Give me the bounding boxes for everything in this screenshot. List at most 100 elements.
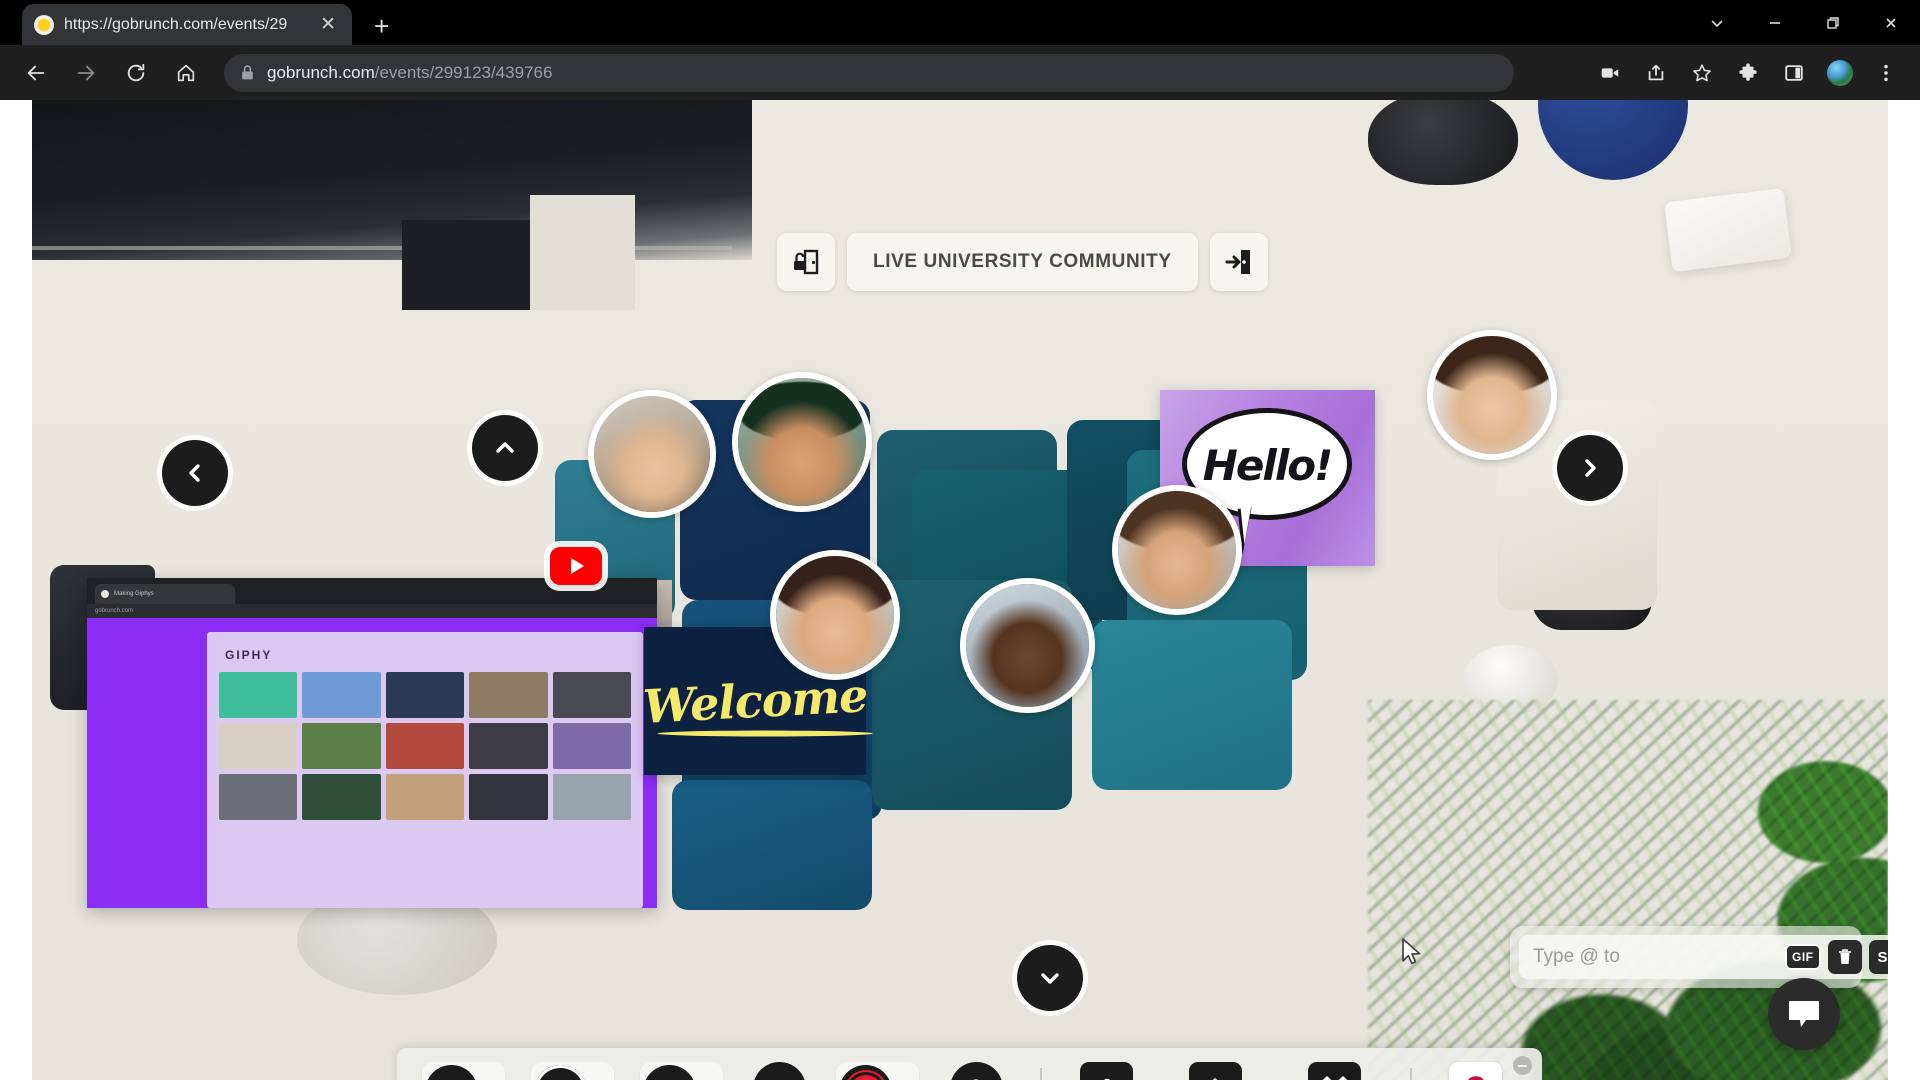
- decor-black-bag: [1368, 100, 1518, 185]
- url-text: gobrunch.com/events/299123/439766: [267, 63, 552, 83]
- participant-avatar[interactable]: [1112, 485, 1242, 615]
- video-camera-icon[interactable]: [1590, 53, 1630, 93]
- browser-toolbar-icons: [1590, 53, 1906, 93]
- profile-avatar[interactable]: [1820, 53, 1860, 93]
- toolbar-item-record[interactable]: Record: [830, 1062, 926, 1080]
- tab-title: https://gobrunch.com/events/29: [64, 15, 288, 33]
- share-screen-icon[interactable]: [752, 1062, 806, 1080]
- giphy-grid: [207, 662, 643, 830]
- tab-strip: https://gobrunch.com/events/29 ✕ +: [0, 0, 1920, 45]
- close-window-icon[interactable]: [1862, 0, 1920, 45]
- toolbar-item-tutorial[interactable]: ? Tutorial: [1428, 1062, 1524, 1080]
- toolbar-item-circle-cam[interactable]: Circle Cam: [513, 1062, 631, 1080]
- screenshare-favicon: [101, 590, 109, 598]
- record-combo[interactable]: [836, 1062, 920, 1080]
- screenshare-window[interactable]: Making Giphys gobrunch.com GIPHY: [87, 578, 657, 908]
- toolbar-divider: [1409, 1068, 1412, 1080]
- participant-avatar[interactable]: [588, 390, 716, 518]
- home-icon[interactable]: [164, 51, 208, 95]
- attendees-icon[interactable]: [1080, 1062, 1133, 1080]
- giphy-site: GIPHY: [207, 632, 643, 908]
- send-button[interactable]: Send: [1868, 940, 1888, 974]
- participant-avatar[interactable]: [770, 550, 900, 680]
- address-bar[interactable]: gobrunch.com/events/299123/439766: [224, 53, 1514, 92]
- back-arrow-icon[interactable]: [14, 51, 58, 95]
- participant-avatar[interactable]: [1427, 330, 1557, 460]
- reload-icon[interactable]: [114, 51, 158, 95]
- mic-muted-icon[interactable]: [424, 1065, 478, 1080]
- toolbar-item-my-view[interactable]: My View: [928, 1062, 1024, 1080]
- chevron-down-icon[interactable]: [1688, 0, 1746, 45]
- nav-right-button[interactable]: [1557, 435, 1623, 501]
- mic-combo[interactable]: [421, 1062, 505, 1080]
- toolbar-item-all-rooms[interactable]: All Rooms: [1276, 1062, 1394, 1080]
- giphy-tile: [469, 774, 548, 820]
- restore-icon[interactable]: [1804, 0, 1862, 45]
- giphy-tile: [219, 774, 298, 820]
- virtual-room-canvas[interactable]: LIVE UNIVERSITY COMMUNITY Making Giphys …: [32, 100, 1888, 1080]
- giphy-tile: [385, 672, 465, 718]
- screenshare-content: GIPHY: [87, 618, 657, 908]
- toolbar-item-mic[interactable]: Mic: [415, 1062, 511, 1080]
- close-icon[interactable]: ✕: [316, 15, 340, 34]
- unlocked-door-icon[interactable]: [777, 233, 835, 291]
- giphy-tile: [552, 774, 631, 820]
- url-domain: gobrunch.com: [267, 62, 375, 82]
- nav-up-button[interactable]: [472, 415, 538, 481]
- participant-avatar[interactable]: [960, 578, 1095, 713]
- mouse-cursor: [1402, 938, 1424, 973]
- nav-down-button[interactable]: [1017, 945, 1083, 1011]
- my-view-icon[interactable]: [949, 1062, 1003, 1080]
- enter-door-icon[interactable]: [1209, 233, 1268, 291]
- new-tab-button[interactable]: +: [374, 13, 389, 39]
- giphy-tile: [469, 672, 548, 718]
- minimize-toolbar-button[interactable]: [1513, 1056, 1532, 1075]
- all-rooms-icon[interactable]: [1308, 1062, 1362, 1080]
- chat-input[interactable]: [1533, 946, 1778, 968]
- giphy-tile: [469, 723, 548, 769]
- record-icon[interactable]: [839, 1065, 893, 1080]
- cam-combo[interactable]: [639, 1062, 723, 1080]
- browser-window: https://gobrunch.com/events/29 ✕ + gobru…: [0, 0, 1920, 1080]
- toolbar-divider: [1040, 1068, 1043, 1080]
- circle-cam-combo[interactable]: [530, 1062, 614, 1080]
- extensions-puzzle-icon[interactable]: [1728, 53, 1768, 93]
- url-path: /events/299123/439766: [374, 62, 553, 82]
- giphy-tile: [552, 672, 631, 718]
- giphy-tile: [385, 774, 465, 820]
- question-mark-icon[interactable]: ?: [1449, 1062, 1503, 1080]
- giphy-tile: [302, 723, 381, 769]
- room-title: LIVE UNIVERSITY COMMUNITY: [847, 233, 1198, 291]
- giphy-tile: [219, 672, 298, 718]
- youtube-play-icon[interactable]: [550, 547, 602, 585]
- nav-left-button[interactable]: [162, 440, 228, 506]
- minimize-icon[interactable]: [1746, 0, 1804, 45]
- toolbar-item-attendees[interactable]: Attendees: [1058, 1062, 1154, 1080]
- gif-button[interactable]: GIF: [1785, 944, 1821, 970]
- three-dot-menu-icon[interactable]: [1866, 53, 1906, 93]
- home-icon[interactable]: [1188, 1062, 1242, 1080]
- chat-composer-inner: GIF Send: [1519, 935, 1888, 979]
- side-panel-icon[interactable]: [1774, 53, 1814, 93]
- toolbar-item-share[interactable]: Share: [731, 1062, 827, 1080]
- ceiling-structure: [32, 100, 752, 260]
- screenshare-tab-title: Making Giphys: [114, 591, 154, 597]
- chat-bubble-icon[interactable]: [1768, 978, 1840, 1050]
- toolbar-item-cam[interactable]: Cam: [633, 1062, 729, 1080]
- share-icon[interactable]: [1636, 53, 1676, 93]
- wall-panel: [530, 195, 635, 310]
- forward-arrow-icon[interactable]: [64, 51, 108, 95]
- participant-avatar[interactable]: [732, 372, 872, 512]
- trash-icon[interactable]: [1827, 940, 1862, 974]
- toolbar-item-this-room[interactable]: This Room: [1157, 1062, 1275, 1080]
- decor-navy-circle: [1538, 100, 1688, 180]
- screenshare-purple-panel: [87, 618, 207, 908]
- room-header: LIVE UNIVERSITY COMMUNITY: [777, 233, 1268, 291]
- giphy-tile: [385, 723, 465, 769]
- bookmark-star-icon[interactable]: [1682, 53, 1722, 93]
- gobrunch-favicon: [34, 14, 54, 35]
- browser-tab[interactable]: https://gobrunch.com/events/29 ✕: [22, 4, 352, 45]
- question-mark-glyph: ?: [1465, 1072, 1486, 1080]
- circle-cam-off-icon[interactable]: [533, 1065, 587, 1080]
- cam-off-icon[interactable]: [642, 1065, 696, 1080]
